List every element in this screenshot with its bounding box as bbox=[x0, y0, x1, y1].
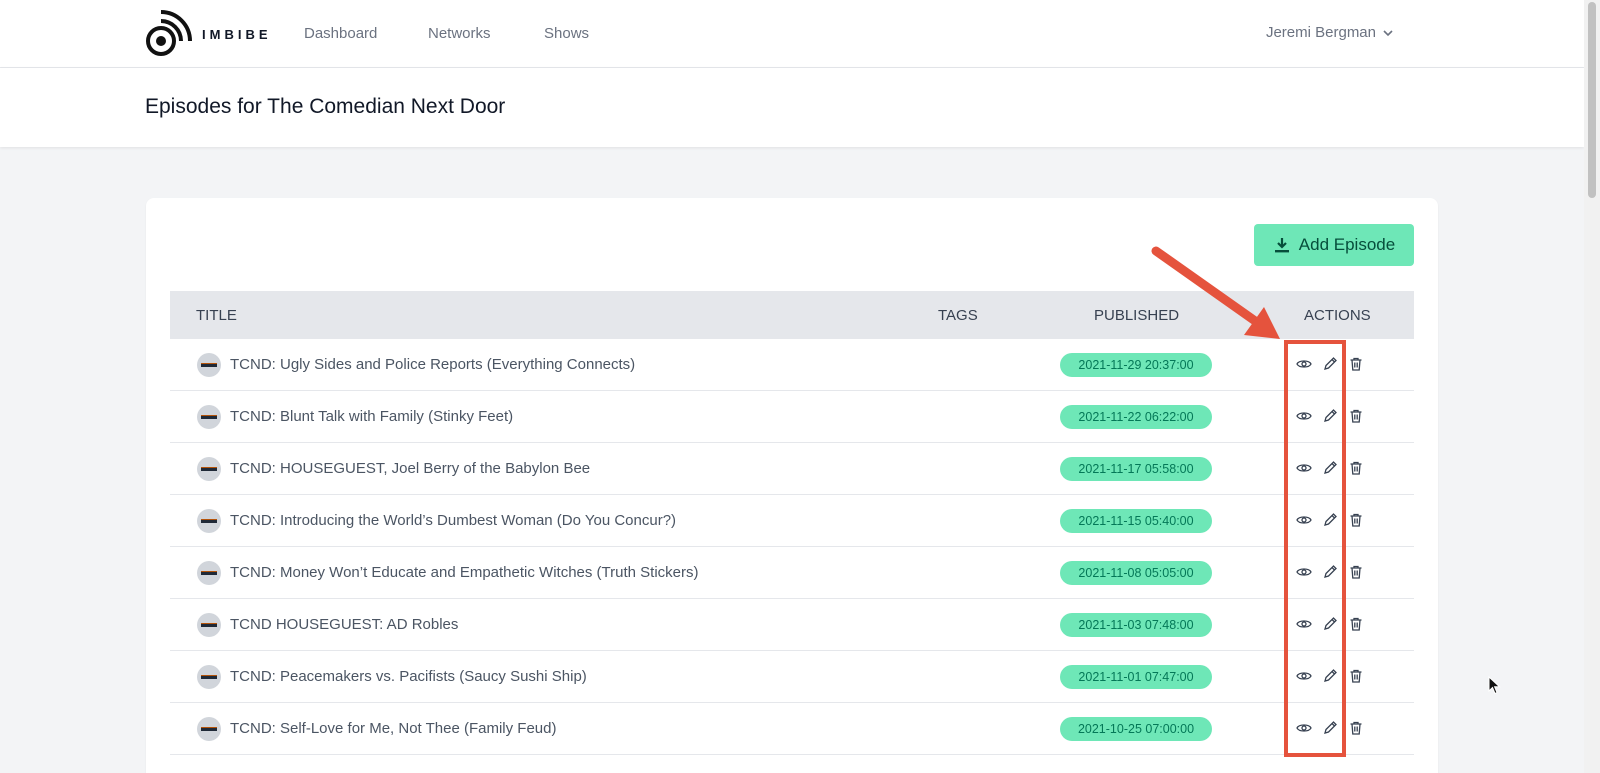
table-body: TCND: Ugly Sides and Police Reports (Eve… bbox=[170, 339, 1414, 755]
nav-networks[interactable]: Networks bbox=[428, 25, 491, 42]
table-row: TCND: Introducing the World’s Dumbest Wo… bbox=[170, 495, 1414, 547]
top-navigation: IMBIBE Dashboard Networks Shows Jeremi B… bbox=[0, 0, 1584, 68]
table-row: TCND: HOUSEGUEST, Joel Berry of the Baby… bbox=[170, 443, 1414, 495]
episodes-table: TITLE TAGS PUBLISHED ACTIONS TCND: Ugly … bbox=[170, 291, 1414, 755]
episode-title: TCND: Self-Love for Me, Not Thee (Family… bbox=[230, 720, 557, 737]
delete-trash-icon[interactable] bbox=[1348, 668, 1364, 684]
scrollbar-thumb[interactable] bbox=[1588, 2, 1596, 198]
header-tags: TAGS bbox=[938, 307, 978, 324]
published-badge: 2021-10-25 07:00:00 bbox=[1060, 717, 1212, 741]
episode-thumbnail bbox=[197, 405, 221, 429]
delete-trash-icon[interactable] bbox=[1348, 564, 1364, 580]
table-row: TCND HOUSEGUEST: AD Robles 2021-11-03 07:… bbox=[170, 599, 1414, 651]
table-row: TCND: Money Won’t Educate and Empathetic… bbox=[170, 547, 1414, 599]
published-badge: 2021-11-01 07:47:00 bbox=[1060, 665, 1212, 689]
chevron-down-icon bbox=[1383, 29, 1393, 36]
episode-title: TCND: Blunt Talk with Family (Stinky Fee… bbox=[230, 408, 514, 425]
published-badge: 2021-11-29 20:37:00 bbox=[1060, 353, 1212, 377]
episode-thumbnail bbox=[197, 561, 221, 585]
header-actions: ACTIONS bbox=[1304, 307, 1371, 324]
annotation-arrow-icon bbox=[1151, 246, 1280, 339]
published-badge: 2021-11-17 05:58:00 bbox=[1060, 457, 1212, 481]
episode-thumbnail bbox=[197, 509, 221, 533]
episode-title: TCND: Introducing the World’s Dumbest Wo… bbox=[230, 512, 677, 529]
delete-trash-icon[interactable] bbox=[1348, 720, 1364, 736]
add-episode-label: Add Episode bbox=[1298, 235, 1396, 254]
table-row: TCND: Peacemakers vs. Pacifists (Saucy S… bbox=[170, 651, 1414, 703]
published-badge: 2021-11-08 05:05:00 bbox=[1060, 561, 1212, 585]
page-scrollbar[interactable] bbox=[1584, 0, 1600, 773]
brand-wordmark: IMBIBE bbox=[202, 26, 272, 42]
episode-title: TCND: HOUSEGUEST, Joel Berry of the Baby… bbox=[230, 460, 591, 477]
published-badge: 2021-11-03 07:48:00 bbox=[1060, 613, 1212, 637]
annotation-highlight-box bbox=[1284, 340, 1346, 757]
logo-icon bbox=[146, 10, 192, 56]
page-header: Episodes for The Comedian Next Door bbox=[0, 68, 1584, 147]
header-title: TITLE bbox=[196, 307, 237, 324]
episode-title: TCND: Ugly Sides and Police Reports (Eve… bbox=[230, 356, 636, 373]
mouse-cursor-icon bbox=[1488, 676, 1501, 695]
delete-trash-icon[interactable] bbox=[1348, 408, 1364, 424]
page-title: Episodes for The Comedian Next Door bbox=[145, 95, 506, 118]
nav-shows[interactable]: Shows bbox=[544, 25, 589, 42]
episode-title: TCND HOUSEGUEST: AD Robles bbox=[230, 616, 459, 633]
episode-thumbnail bbox=[197, 457, 221, 481]
episode-thumbnail bbox=[197, 613, 221, 637]
table-row: TCND: Ugly Sides and Police Reports (Eve… bbox=[170, 339, 1414, 391]
episode-thumbnail bbox=[197, 665, 221, 689]
delete-trash-icon[interactable] bbox=[1348, 460, 1364, 476]
delete-trash-icon[interactable] bbox=[1348, 356, 1364, 372]
episode-thumbnail bbox=[197, 717, 221, 741]
nav-dashboard[interactable]: Dashboard bbox=[304, 25, 377, 42]
table-row: TCND: Self-Love for Me, Not Thee (Family… bbox=[170, 703, 1414, 755]
episode-title: TCND: Money Won’t Educate and Empathetic… bbox=[230, 564, 699, 581]
user-name: Jeremi Bergman bbox=[1265, 24, 1376, 41]
brand-logo[interactable]: IMBIBE bbox=[144, 9, 272, 59]
delete-trash-icon[interactable] bbox=[1348, 616, 1364, 632]
table-row: TCND: Blunt Talk with Family (Stinky Fee… bbox=[170, 391, 1414, 443]
delete-trash-icon[interactable] bbox=[1348, 512, 1364, 528]
published-badge: 2021-11-22 06:22:00 bbox=[1060, 405, 1212, 429]
user-menu[interactable]: Jeremi Bergman bbox=[1266, 24, 1394, 41]
published-badge: 2021-11-15 05:40:00 bbox=[1060, 509, 1212, 533]
episode-title: TCND: Peacemakers vs. Pacifists (Saucy S… bbox=[230, 668, 587, 685]
episode-thumbnail bbox=[197, 353, 221, 377]
